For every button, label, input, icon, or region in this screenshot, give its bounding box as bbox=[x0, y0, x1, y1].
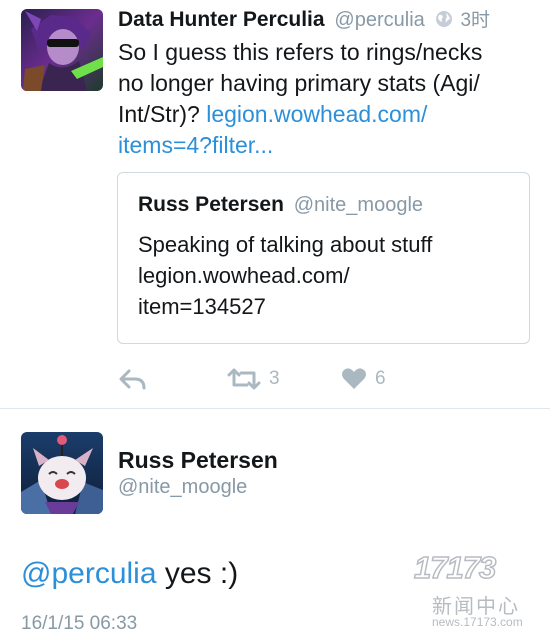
reply-author-handle[interactable]: @nite_moogle bbox=[118, 474, 247, 500]
quoted-author-handle: @nite_moogle bbox=[293, 194, 424, 216]
tweet-text-line: So I guess this refers to rings/necks bbox=[118, 39, 483, 65]
reply-timestamp: 16/1/15 06:33 bbox=[21, 613, 138, 634]
author-avatar[interactable] bbox=[21, 9, 103, 91]
quoted-text-line: item=134527 bbox=[138, 294, 266, 319]
tweet-header: Data Hunter Perculia @perculia 3时 bbox=[118, 6, 538, 34]
tweet-link[interactable]: legion.wowhead.com/ bbox=[206, 101, 427, 127]
tweet: Data Hunter Perculia @perculia 3时 So I g… bbox=[0, 0, 550, 408]
author-name[interactable]: Data Hunter Perculia bbox=[118, 8, 325, 31]
tweet-time[interactable]: 3时 bbox=[460, 10, 490, 31]
heart-icon bbox=[342, 368, 366, 389]
tweet-text-line: Int/Str)? legion.wowhead.com/ bbox=[118, 99, 538, 130]
tweet-text: So I guess this refers to rings/necks no… bbox=[118, 37, 538, 161]
quoted-text-line: Speaking of talking about stuff bbox=[138, 232, 433, 257]
mention-link[interactable]: @perculia bbox=[21, 557, 157, 590]
quoted-author-name: Russ Petersen bbox=[138, 193, 284, 216]
quoted-tweet-text: Speaking of talking about stuff legion.w… bbox=[138, 229, 432, 322]
avatar-image bbox=[21, 432, 103, 514]
watermark-logo: 17173 bbox=[413, 549, 497, 586]
globe-icon bbox=[435, 8, 453, 36]
avatar-image bbox=[21, 9, 103, 91]
tweet-text-fragment: Int/Str)? bbox=[118, 101, 200, 127]
author-handle[interactable]: @perculia bbox=[334, 9, 424, 31]
retweet-icon bbox=[227, 368, 261, 390]
tweet-text-line: no longer having primary stats (Agi/ bbox=[118, 70, 480, 96]
quoted-text-line: legion.wowhead.com/ bbox=[138, 263, 350, 288]
reply-tweet-text: @perculia yes :) bbox=[21, 555, 238, 593]
retweet-count: 3 bbox=[269, 368, 280, 389]
like-count: 6 bbox=[375, 368, 386, 389]
tweet-link-continued[interactable]: items=4?filter... bbox=[118, 130, 538, 161]
tweet-actions: 3 6 bbox=[117, 362, 537, 396]
reply-icon bbox=[119, 369, 146, 390]
quoted-tweet-header: Russ Petersen @nite_moogle bbox=[138, 191, 423, 219]
like-button[interactable]: 6 bbox=[341, 362, 386, 396]
watermark: 17173 新闻中心 news.17173.com bbox=[404, 546, 550, 639]
reply-button[interactable] bbox=[119, 362, 147, 396]
reply-author-avatar[interactable] bbox=[21, 432, 103, 514]
reply-text: yes :) bbox=[156, 557, 239, 590]
watermark-url: news.17173.com bbox=[432, 615, 523, 629]
retweet-button[interactable]: 3 bbox=[227, 362, 280, 396]
reply-author-name[interactable]: Russ Petersen bbox=[118, 445, 278, 475]
quoted-tweet[interactable]: Russ Petersen @nite_moogle Speaking of t… bbox=[117, 172, 530, 344]
tweet-divider bbox=[0, 408, 550, 409]
